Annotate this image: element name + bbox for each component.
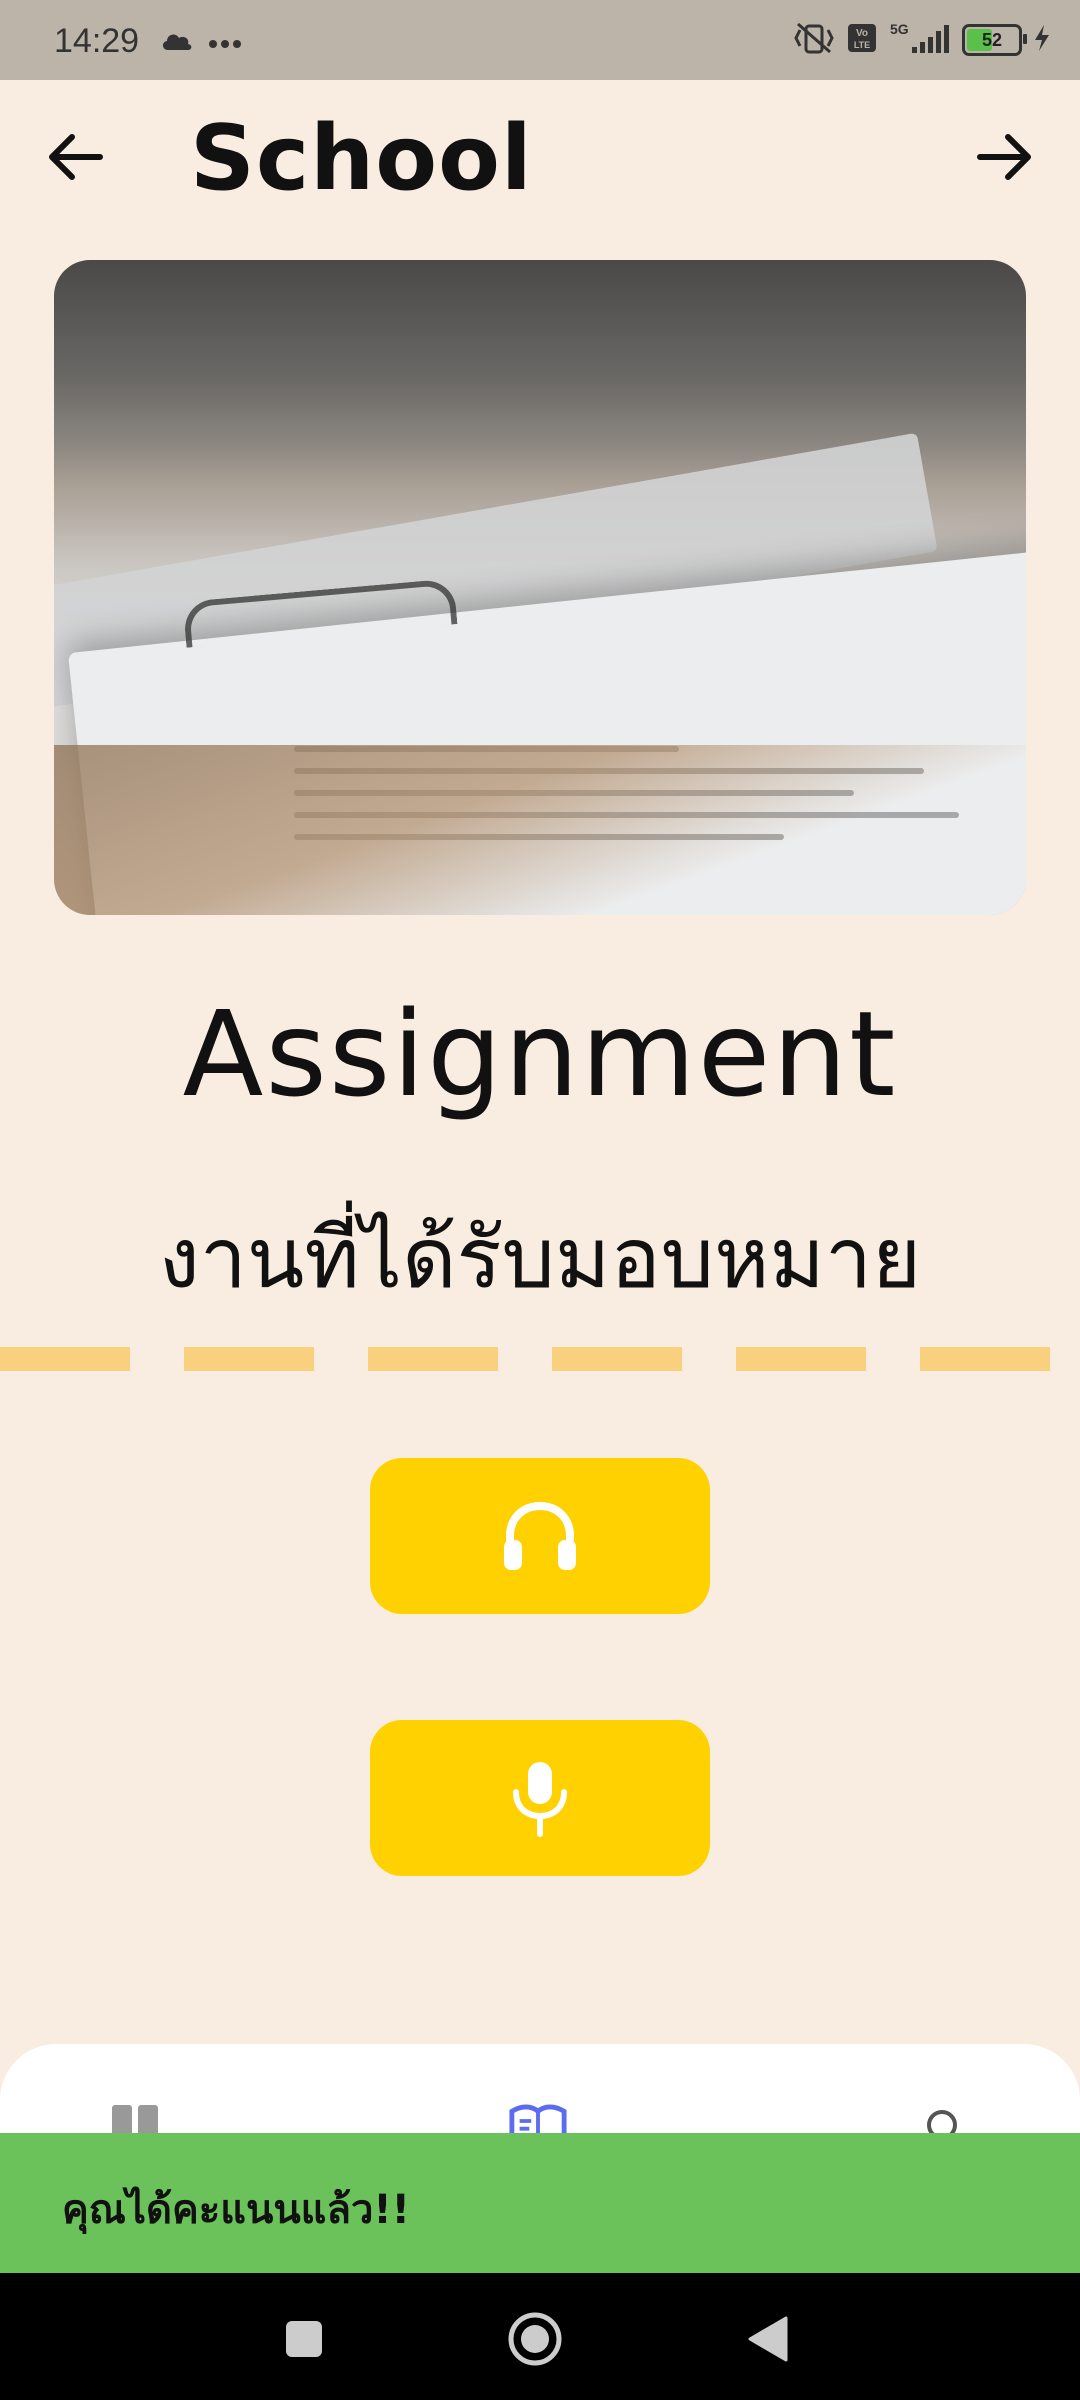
status-right-icons: Vo LTE 5G 52 [792,20,1052,60]
assignment-photo [54,260,1026,915]
triangle-back-icon [748,2316,788,2362]
status-bar: 14:29 Vo LTE 5G 52 [0,0,1080,80]
snackbar-message: คุณได้คะแนนแล้ว!! [62,2187,410,2233]
volte-icon: Vo LTE [846,22,878,58]
dashed-divider [0,1347,1080,1371]
arrow-left-icon [49,134,103,180]
heading-thai: งานที่ได้รับมอบหมาย [158,1209,922,1307]
svg-text:Vo: Vo [856,28,868,39]
score-snackbar: คุณได้คะแนนแล้ว!! [0,2133,1080,2273]
next-button[interactable] [970,122,1040,192]
more-dots-icon [208,34,242,53]
page-title: School [190,106,533,211]
cloud-icon [160,30,194,56]
battery-icon: 52 [962,24,1027,56]
home-button[interactable] [505,2309,565,2369]
status-left-icons [160,30,242,56]
battery-label: 52 [981,29,1003,50]
back-nav-button[interactable] [738,2309,798,2369]
status-time: 14:29 [54,22,140,60]
listen-button[interactable] [370,1458,710,1614]
signal-5g-icon: 5G [888,21,952,59]
heading-english: Assignment [182,985,898,1123]
circle-icon [508,2312,562,2366]
svg-text:5G: 5G [890,21,909,37]
record-button[interactable] [370,1720,710,1876]
microphone-icon [513,1762,567,1837]
system-navigation-bar [0,2273,1080,2400]
square-icon [286,2321,322,2357]
headphones-icon [504,1501,576,1570]
vibrate-mute-icon [792,20,836,60]
svg-text:LTE: LTE [854,40,870,50]
arrow-right-icon [977,134,1031,180]
charging-bolt-icon [1032,23,1052,57]
back-button[interactable] [40,122,110,192]
app-bar: School [0,80,1080,230]
recents-button[interactable] [274,2309,334,2369]
